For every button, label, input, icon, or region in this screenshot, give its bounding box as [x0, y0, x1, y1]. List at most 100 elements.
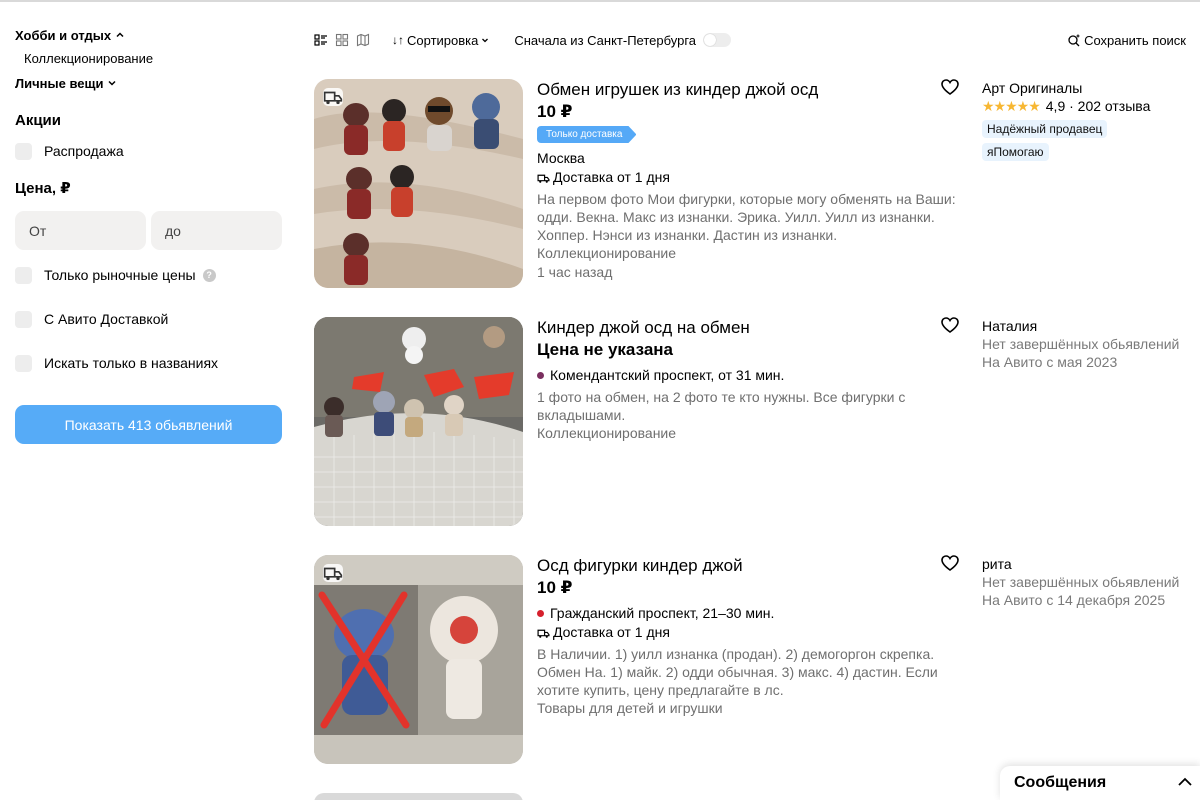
listing-metro: Комендантский проспект, от 31 мин.: [537, 366, 957, 385]
category-collecting[interactable]: Коллекционирование: [15, 50, 282, 68]
seller-name[interactable]: рита: [982, 555, 1192, 573]
seller-completed: Нет завершённых обьявлений: [982, 336, 1180, 352]
seller-since: На Авито с 14 декабря 2025: [982, 592, 1166, 608]
figurines-photo: [314, 79, 523, 288]
chevron-down-icon: [482, 38, 489, 43]
rating-stars: ★★★★★: [982, 97, 1041, 114]
delivery-only-tag: Только доставка: [537, 126, 637, 143]
delivery-badge: [323, 88, 343, 106]
titles-only-row[interactable]: Искать только в названиях: [15, 353, 282, 373]
seller-info: рита Нет завершённых обьявлений На Авито…: [982, 555, 1192, 609]
seller-since: На Авито с мая 2023: [982, 354, 1118, 370]
spb-first-filter: Сначала из Санкт-Петербурга: [514, 32, 732, 48]
listing-delivery: Доставка от 1 дня: [537, 623, 957, 642]
view-switcher: [314, 33, 370, 47]
titles-only-checkbox[interactable]: [15, 354, 32, 372]
sale-label: Распродажа: [44, 143, 124, 159]
spb-first-label: Сначала из Санкт-Петербурга: [514, 32, 697, 48]
heart-icon[interactable]: [941, 555, 959, 571]
next-listing-photo[interactable]: [314, 793, 523, 800]
metro-dot: [537, 610, 544, 617]
sort-label: Сортировка: [407, 32, 479, 48]
category-personal-label: Личные вещи: [15, 75, 104, 91]
chevron-down-icon: [108, 80, 116, 86]
help-icon[interactable]: ?: [202, 268, 216, 282]
price-range: [15, 211, 282, 250]
listing-category: Коллекционирование: [537, 245, 677, 261]
sale-checkbox-row[interactable]: Распродажа: [15, 141, 282, 161]
market-price-label: Только рыночные цены: [44, 267, 196, 283]
show-results-button[interactable]: Показать 413 обьявлений: [15, 405, 282, 444]
figurines-photo: [314, 317, 523, 526]
sort-dropdown[interactable]: ↓↑ Сортировка: [392, 33, 490, 48]
seller-info: Наталия Нет завершённых обьявлений На Ав…: [982, 317, 1192, 371]
listing-price: Цена не указана: [537, 340, 673, 359]
category-hobby-label: Хобби и отдых: [15, 27, 112, 43]
price-from-input[interactable]: [15, 211, 146, 250]
grid-view-icon[interactable]: [335, 33, 349, 47]
listing-description: В Наличии. 1) уилл изнанка (продан). 2) …: [537, 646, 938, 698]
listing-price: 10 ₽: [537, 102, 573, 121]
market-price-row[interactable]: Только рыночные цены ?: [15, 265, 282, 285]
truck-icon: [323, 567, 343, 580]
sort-arrows-icon: ↓↑: [392, 33, 404, 47]
messages-panel[interactable]: Сообщения: [1000, 766, 1200, 800]
avito-delivery-row[interactable]: С Авито Доставкой: [15, 309, 282, 329]
listing-photo[interactable]: [314, 79, 523, 288]
heart-icon[interactable]: [941, 79, 959, 95]
listing-photo[interactable]: [314, 555, 523, 764]
delivery-only-tag-wrap: Только доставка: [537, 123, 957, 143]
save-search-button[interactable]: Сохранить поиск: [1067, 33, 1186, 48]
promo-title: Акции: [15, 112, 62, 129]
listing-photo[interactable]: [314, 317, 523, 526]
truck-icon: [537, 174, 550, 183]
map-view-icon[interactable]: [356, 33, 370, 47]
messages-label: Сообщения: [1014, 774, 1107, 791]
listing-delivery-label: Доставка от 1 дня: [553, 624, 670, 640]
price-to-input[interactable]: [151, 211, 282, 250]
results-toolbar: ↓↑ Сортировка Сначала из Санкт-Петербург…: [314, 29, 1186, 51]
listing-location: Москва: [537, 150, 585, 166]
listing-title[interactable]: Осд фигурки киндер джой: [537, 555, 957, 577]
chevron-up-icon[interactable]: [1176, 773, 1194, 791]
ya-pomogayu-badge: яПомогаю: [982, 143, 1049, 161]
delivery-badge: [323, 564, 343, 582]
seller-name[interactable]: Арт Оригиналы: [982, 79, 1192, 97]
sale-checkbox[interactable]: [15, 142, 32, 160]
trusted-seller-badge: Надёжный продавец: [982, 120, 1108, 138]
listing-info: Обмен игрушек из киндер джой осд 10 ₽ То…: [537, 79, 957, 282]
market-price-checkbox[interactable]: [15, 266, 32, 284]
listing-info: Осд фигурки киндер джой 10 ₽ Гражданский…: [537, 555, 957, 718]
truck-icon: [323, 91, 343, 104]
category-personal[interactable]: Личные вещи: [15, 74, 282, 92]
listing-category: Коллекционирование: [537, 425, 677, 441]
seller-info: Арт Оригиналы ★★★★★ 4,9 · 202 отзыва Над…: [982, 79, 1192, 161]
category-hobby[interactable]: Хобби и отдых: [15, 26, 282, 44]
listing-card[interactable]: Обмен игрушек из киндер джой осд 10 ₽ То…: [314, 79, 1186, 289]
listing-price: 10 ₽: [537, 578, 573, 597]
listing-card[interactable]: Осд фигурки киндер джой 10 ₽ Гражданский…: [314, 555, 1186, 765]
listing-description: На первом фото Мои фигурки, которые могу…: [537, 191, 956, 243]
listing-metro-label: Комендантский проспект, от 31 мин.: [550, 367, 785, 383]
listing-metro: Гражданский проспект, 21–30 мин.: [537, 604, 957, 623]
listing-card[interactable]: Киндер джой осд на обмен Цена не указана…: [314, 317, 1186, 527]
titles-only-label: Искать только в названиях: [44, 355, 219, 371]
list-view-icon[interactable]: [314, 33, 328, 47]
listing-category: Товары для детей и игрушки: [537, 700, 723, 716]
spb-first-toggle[interactable]: [703, 33, 732, 47]
listing-title[interactable]: Обмен игрушек из киндер джой осд: [537, 79, 957, 101]
figurines-photo: [314, 555, 523, 764]
listing-title[interactable]: Киндер джой осд на обмен: [537, 317, 957, 339]
rating-text[interactable]: 4,9 · 202 отзыва: [1046, 98, 1151, 114]
bell-plus-icon: [1068, 34, 1080, 47]
truck-icon: [537, 629, 550, 638]
seller-completed: Нет завершённых обьявлений: [982, 574, 1180, 590]
save-search-label: Сохранить поиск: [1084, 32, 1186, 48]
seller-name[interactable]: Наталия: [982, 317, 1192, 335]
listing-delivery: Доставка от 1 дня: [537, 168, 957, 187]
listing-info: Киндер джой осд на обмен Цена не указана…: [537, 317, 957, 443]
avito-delivery-checkbox[interactable]: [15, 310, 32, 328]
listing-metro-label: Гражданский проспект, 21–30 мин.: [550, 605, 775, 621]
metro-dot: [537, 372, 544, 379]
heart-icon[interactable]: [941, 317, 959, 333]
